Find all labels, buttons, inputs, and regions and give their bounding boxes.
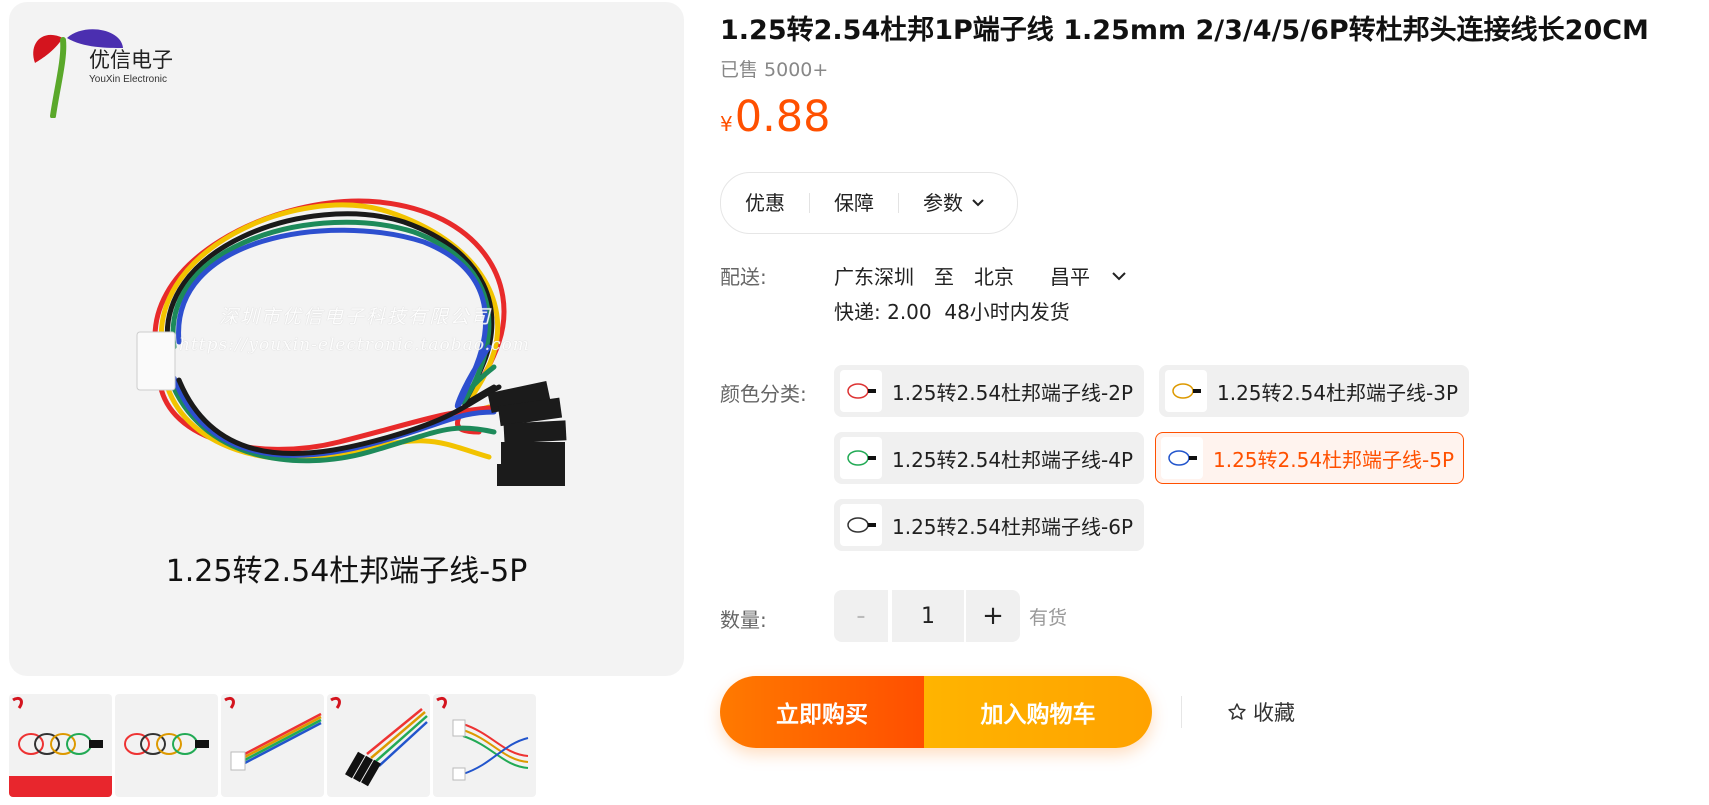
thumbnail-image: [9, 696, 112, 797]
product-title: 1.25转2.54杜邦1P端子线 1.25mm 2/3/4/5/6P转杜邦头连接…: [720, 15, 1649, 46]
sku-thumbnail: [840, 370, 882, 412]
thumbnail-3[interactable]: [221, 694, 324, 797]
shipping-city[interactable]: 北京: [974, 261, 1014, 290]
shipping-label: 配送:: [720, 265, 767, 289]
tab-discount[interactable]: 优惠: [721, 173, 809, 233]
sku-thumbnail: [840, 437, 882, 479]
shipping-district[interactable]: 昌平: [1050, 261, 1090, 290]
shipping-to-word: 至: [934, 265, 954, 289]
quantity-increase-button[interactable]: +: [966, 590, 1020, 642]
sku-option-label: 1.25转2.54杜邦端子线-2P: [892, 380, 1134, 405]
image-caption: 1.25转2.54杜邦端子线-5P: [165, 554, 528, 589]
thumbnail-1[interactable]: [9, 694, 112, 797]
sku-option-label: 1.25转2.54杜邦端子线-6P: [892, 514, 1134, 539]
thumbnail-image: [124, 733, 209, 755]
price: ¥0.88: [720, 92, 830, 142]
sku-option-2p[interactable]: 1.25转2.54杜邦端子线-2P: [834, 365, 1144, 417]
tab-guarantee[interactable]: 保障: [810, 173, 898, 233]
favorite-button[interactable]: 收藏: [1227, 697, 1295, 727]
stock-status: 有货: [1029, 607, 1068, 629]
thumbnail-5[interactable]: [433, 694, 536, 797]
favorite-label: 收藏: [1253, 701, 1295, 725]
info-tabs: 优惠 保障 参数: [720, 172, 1018, 234]
thumbnail-image: [224, 696, 322, 771]
action-divider: [1181, 696, 1182, 728]
sku-option-label: 1.25转2.54杜邦端子线-4P: [892, 447, 1134, 472]
watermark-url: https://youxin-electronic.taobao.com: [179, 335, 530, 355]
sku-option-5p[interactable]: 1.25转2.54杜邦端子线-5P: [1155, 432, 1464, 484]
thumbnail-4[interactable]: [327, 694, 430, 797]
watermark-text: 深圳市优信电子科技有限公司: [219, 306, 493, 328]
sku-option-3p[interactable]: 1.25转2.54杜邦端子线-3P: [1159, 365, 1469, 417]
shipping-from: 广东深圳: [834, 265, 914, 289]
main-product-image[interactable]: 优信电子 YouXin Electronic 深圳市优信电子科技有限公司 htt…: [9, 2, 684, 676]
tab-label: 优惠: [745, 191, 785, 215]
star-icon: [1228, 703, 1246, 720]
sku-option-label: 1.25转2.54杜邦端子线-5P: [1213, 447, 1455, 472]
tab-params[interactable]: 参数: [899, 173, 1009, 233]
price-value: 0.88: [734, 92, 831, 142]
add-to-cart-button[interactable]: 加入购物车: [924, 676, 1152, 748]
chevron-down-icon: [972, 199, 984, 207]
chevron-down-icon[interactable]: [1110, 270, 1128, 282]
quantity-decrease-button[interactable]: -: [834, 590, 888, 642]
sku-thumbnail: [1165, 370, 1207, 412]
sku-thumbnail: [1161, 437, 1203, 479]
brand-name: 优信电子: [89, 48, 173, 72]
express-fee: 快递: 2.00: [834, 300, 932, 324]
quantity-label: 数量:: [720, 608, 767, 632]
sku-thumbnail: [840, 504, 882, 546]
dispatch-time: 48小时内发货: [944, 300, 1070, 324]
buy-now-button[interactable]: 立即购买: [720, 676, 924, 748]
purchase-buttons: 立即购买 加入购物车: [720, 676, 1152, 748]
tab-label: 参数: [923, 191, 963, 215]
thumbnail-image: [436, 696, 529, 781]
shipping-route: 广东深圳 至 北京 昌平: [834, 261, 1128, 290]
tab-label: 保障: [834, 191, 874, 215]
sold-count: 已售 5000+: [720, 59, 829, 81]
sku-label: 颜色分类:: [720, 382, 807, 406]
thumbnail-image: [330, 696, 428, 787]
price-currency: ¥: [720, 112, 733, 136]
shipping-info: 快递: 2.00 48小时内发货: [834, 296, 1070, 325]
quantity-input[interactable]: [892, 590, 964, 642]
sku-option-label: 1.25转2.54杜邦端子线-3P: [1217, 380, 1459, 405]
sku-option-4p[interactable]: 1.25转2.54杜邦端子线-4P: [834, 432, 1144, 484]
sku-option-6p[interactable]: 1.25转2.54杜邦端子线-6P: [834, 499, 1144, 551]
thumbnail-2[interactable]: [115, 694, 218, 797]
brand-name-en: YouXin Electronic: [89, 74, 168, 85]
